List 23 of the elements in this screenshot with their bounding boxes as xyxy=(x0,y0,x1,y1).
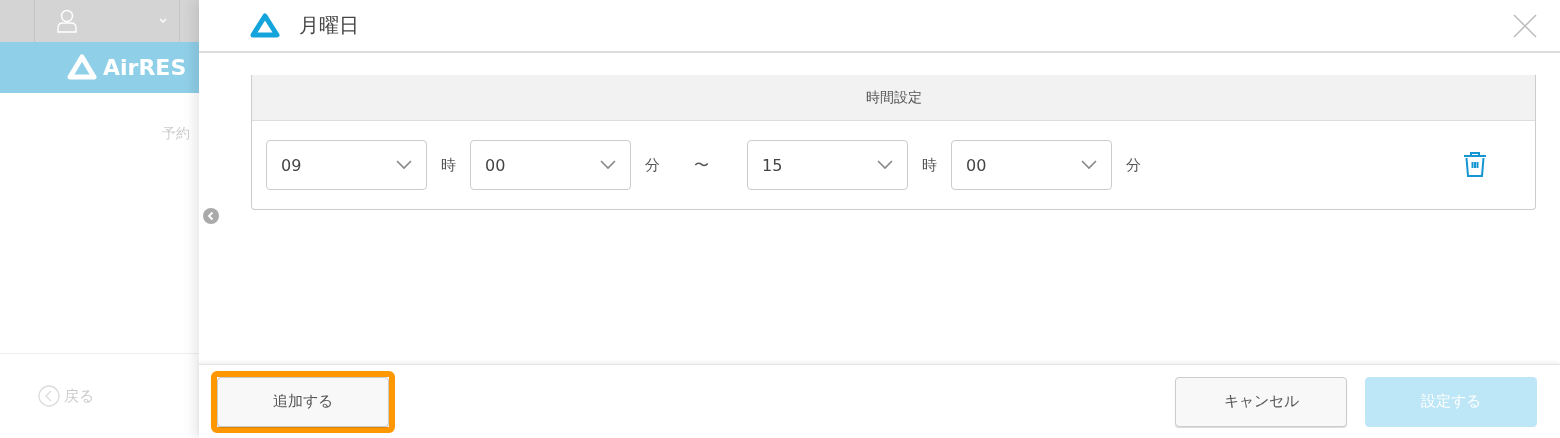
time-select[interactable]: 09 xyxy=(266,140,427,190)
cancel-button[interactable]: キャンセル xyxy=(1175,376,1347,427)
time-select[interactable]: 00 xyxy=(470,140,631,190)
chevron-down-icon[interactable] xyxy=(1081,160,1097,170)
unit-label: 分 xyxy=(1126,155,1141,175)
unit-label: 時 xyxy=(441,155,456,175)
table-header: 時間設定 xyxy=(252,75,1535,121)
chevron-down-icon[interactable] xyxy=(600,160,616,170)
unit-label: 時 xyxy=(922,155,937,175)
range-separator: 〜 xyxy=(694,155,709,175)
add-button[interactable]: 追加する xyxy=(217,376,389,427)
chevron-down-icon[interactable] xyxy=(396,160,412,170)
trash-icon[interactable] xyxy=(1463,151,1487,179)
time-select[interactable]: 15 xyxy=(747,140,908,190)
chevron-down-icon[interactable] xyxy=(877,160,893,170)
chevron-left-icon[interactable] xyxy=(203,208,219,224)
logo-text: AirRES xyxy=(103,55,187,80)
dialog-title: 月曜日 xyxy=(299,12,359,39)
time-select[interactable]: 00 xyxy=(951,140,1112,190)
logo-icon xyxy=(249,11,281,40)
logo-icon xyxy=(67,54,97,81)
unit-label: 分 xyxy=(645,155,660,175)
close-icon[interactable] xyxy=(1513,13,1537,38)
